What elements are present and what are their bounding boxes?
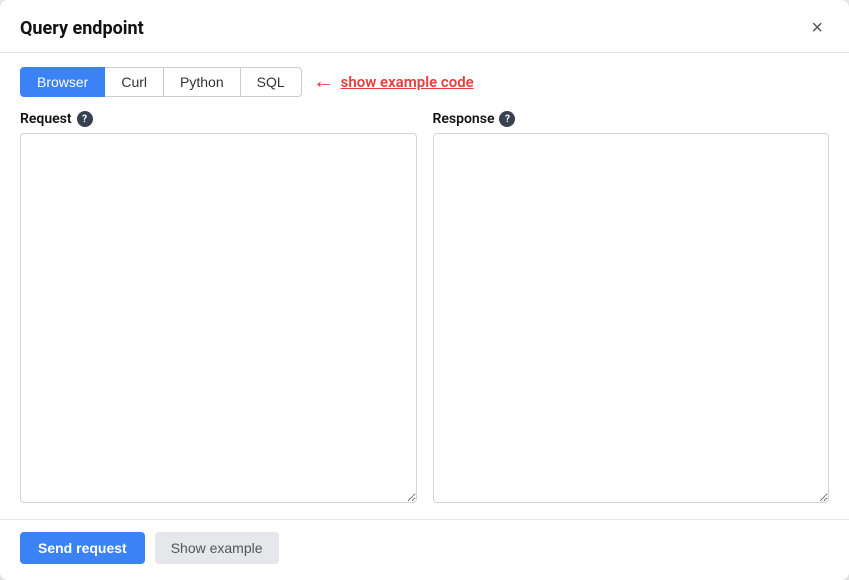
- response-label: Response ?: [433, 111, 830, 127]
- response-help-icon[interactable]: ?: [499, 111, 515, 127]
- tab-curl[interactable]: Curl: [104, 67, 164, 97]
- show-example-annotation: ← show example code: [313, 71, 474, 93]
- response-textarea[interactable]: [433, 133, 830, 503]
- arrow-icon: ←: [313, 71, 335, 93]
- modal-footer: Send request Show example: [0, 519, 849, 580]
- request-label: Request ?: [20, 111, 417, 127]
- modal-body: Browser Curl Python SQL ← show example c…: [0, 53, 849, 519]
- response-panel: Response ?: [433, 111, 830, 503]
- send-request-button[interactable]: Send request: [20, 532, 145, 564]
- modal: Query endpoint × Browser Curl Python SQL…: [0, 0, 849, 580]
- request-textarea[interactable]: [20, 133, 417, 503]
- show-example-button[interactable]: Show example: [155, 532, 279, 564]
- request-help-icon[interactable]: ?: [77, 111, 93, 127]
- tab-sql[interactable]: SQL: [240, 67, 302, 97]
- close-button[interactable]: ×: [805, 16, 829, 40]
- modal-header: Query endpoint ×: [0, 0, 849, 53]
- show-example-code-link[interactable]: show example code: [341, 73, 474, 91]
- panels: Request ? Response ?: [20, 111, 829, 503]
- tab-bar: Browser Curl Python SQL ← show example c…: [20, 67, 829, 97]
- tab-python[interactable]: Python: [163, 67, 241, 97]
- tab-browser[interactable]: Browser: [20, 67, 105, 97]
- request-panel: Request ?: [20, 111, 417, 503]
- modal-title: Query endpoint: [20, 18, 144, 39]
